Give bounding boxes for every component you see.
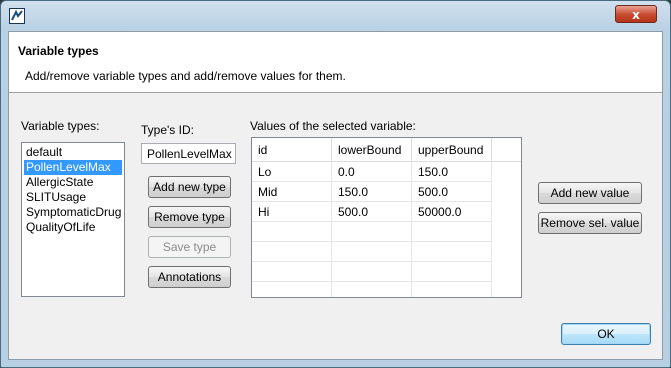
list-item[interactable]: AllergicState bbox=[24, 175, 122, 190]
close-icon: x bbox=[632, 8, 640, 22]
empty-cell bbox=[412, 282, 492, 297]
list-item[interactable]: SLITUsage bbox=[24, 190, 122, 205]
app-icon bbox=[9, 8, 25, 24]
list-item-selected[interactable]: PollenLevelMax bbox=[24, 160, 122, 175]
table-cell[interactable]: 500.0 bbox=[332, 202, 412, 222]
dialog-description: Add/remove variable types and add/remove… bbox=[25, 69, 346, 83]
variable-types-list[interactable]: default PollenLevelMax AllergicState SLI… bbox=[21, 142, 125, 297]
dialog-client-area: Variable types Add/remove variable types… bbox=[8, 31, 663, 360]
values-table-label: Values of the selected variable: bbox=[250, 119, 416, 133]
empty-cell bbox=[332, 262, 412, 282]
dialog-header: Variable types Add/remove variable types… bbox=[9, 32, 662, 93]
empty-cell bbox=[332, 222, 412, 242]
variable-types-dialog: x Variable types Add/remove variable typ… bbox=[0, 0, 671, 368]
ok-button[interactable]: OK bbox=[561, 323, 651, 345]
empty-cell bbox=[252, 282, 332, 297]
annotations-button[interactable]: Annotations bbox=[148, 266, 231, 288]
table-cell[interactable]: Hi bbox=[252, 202, 332, 222]
empty-cell bbox=[412, 262, 492, 282]
type-id-field[interactable]: PollenLevelMax bbox=[141, 143, 236, 164]
dialog-title: Variable types bbox=[18, 44, 99, 58]
list-item[interactable]: default bbox=[24, 145, 122, 160]
empty-cell bbox=[412, 222, 492, 242]
column-header-upper-bound[interactable]: upperBound bbox=[412, 138, 492, 162]
remove-type-button[interactable]: Remove type bbox=[148, 206, 231, 228]
column-header-lower-bound[interactable]: lowerBound bbox=[332, 138, 412, 162]
save-type-button[interactable]: Save type bbox=[148, 236, 231, 258]
table-cell[interactable]: 500.0 bbox=[412, 182, 492, 202]
table-cell[interactable]: 150.0 bbox=[332, 182, 412, 202]
empty-cell bbox=[252, 242, 332, 262]
add-new-type-button[interactable]: Add new type bbox=[148, 176, 231, 198]
table-cell[interactable]: Mid bbox=[252, 182, 332, 202]
title-bar[interactable]: x bbox=[1, 1, 670, 31]
values-table[interactable]: id lowerBound upperBound Lo 0.0 150.0 Mi… bbox=[251, 137, 522, 298]
table-cell[interactable]: 50000.0 bbox=[412, 202, 492, 222]
remove-selected-value-button[interactable]: Remove sel. value bbox=[538, 212, 642, 234]
close-button[interactable]: x bbox=[615, 5, 657, 23]
table-cell[interactable]: 0.0 bbox=[332, 162, 412, 182]
table-cell[interactable]: Lo bbox=[252, 162, 332, 182]
table-cell[interactable]: 150.0 bbox=[412, 162, 492, 182]
list-item[interactable]: QualityOfLife bbox=[24, 220, 122, 235]
list-item[interactable]: SymptomaticDrug bbox=[24, 205, 122, 220]
empty-cell bbox=[332, 282, 412, 297]
variable-types-label: Variable types: bbox=[21, 119, 100, 133]
column-header-filler bbox=[492, 138, 521, 162]
type-id-label: Type's ID: bbox=[141, 123, 194, 137]
empty-cell bbox=[412, 242, 492, 262]
empty-cell bbox=[252, 262, 332, 282]
empty-cell bbox=[332, 242, 412, 262]
add-new-value-button[interactable]: Add new value bbox=[538, 182, 642, 204]
empty-cell bbox=[252, 222, 332, 242]
column-header-id[interactable]: id bbox=[252, 138, 332, 162]
